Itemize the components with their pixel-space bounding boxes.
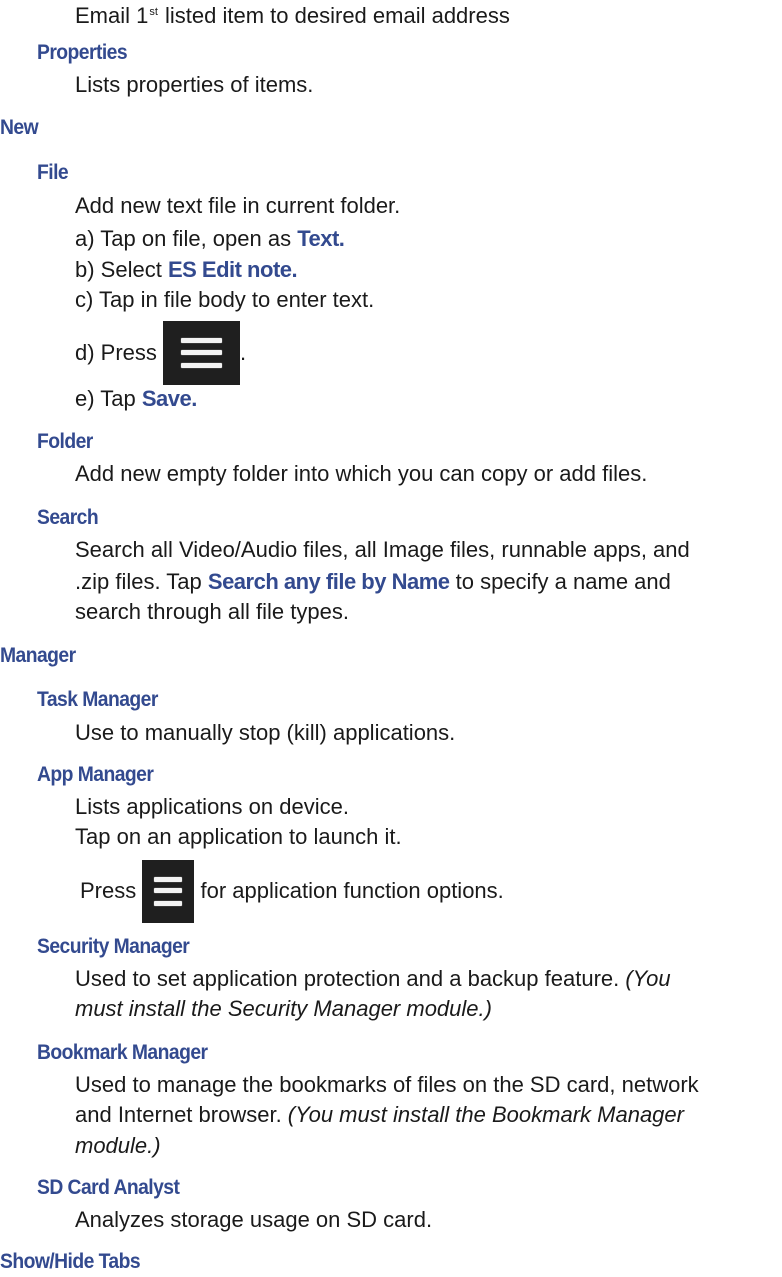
search-line-2-rest: to specify a name and — [449, 569, 671, 594]
ordinal-suffix: st — [149, 6, 158, 18]
file-step-b: b) Select ES Edit note. — [75, 257, 298, 283]
heading-app-manager: App Manager — [37, 763, 154, 786]
file-step-d: d) Press . — [75, 313, 246, 385]
heading-task-manager: Task Manager — [37, 688, 158, 711]
heading-show-hide-tabs: Show/Hide Tabs — [0, 1250, 141, 1273]
step-b-emphasis: ES Edit note. — [167, 257, 298, 282]
search-line-2: .zip files. Tap Search any file by Name … — [75, 569, 671, 595]
step-d-period: . — [240, 340, 247, 365]
security-line-2: must install the Security Manager module… — [75, 996, 492, 1021]
bookmark-text: and Internet browser. — [75, 1102, 288, 1127]
intro-text-rest: listed item to desired email address — [158, 3, 510, 28]
step-e-emphasis: Save. — [141, 386, 198, 411]
menu-icon — [142, 860, 195, 923]
bookmark-line-1: Used to manage the bookmarks of files on… — [75, 1072, 699, 1097]
file-desc: Add new text file in current folder. — [75, 193, 401, 218]
intro-line: Email 1st listed item to desired email a… — [75, 0, 510, 29]
security-note-start: (You — [625, 966, 671, 991]
search-line-1: Search all Video/Audio files, all Image … — [75, 537, 690, 562]
bookmark-line-3: module.) — [75, 1133, 161, 1158]
menu-icon — [163, 321, 241, 385]
file-step-a: a) Tap on file, open as Text. — [75, 226, 345, 252]
bookmark-note: (You must install the Bookmark Manager — [287, 1102, 684, 1127]
properties-desc: Lists properties of items. — [75, 72, 314, 97]
sd-card-analyst-desc: Analyzes storage usage on SD card. — [75, 1207, 433, 1232]
bookmark-line-2: and Internet browser. (You must install … — [75, 1102, 684, 1128]
step-d-text: d) Press — [75, 340, 164, 365]
heading-bookmark-manager: Bookmark Manager — [37, 1041, 208, 1064]
search-line-2-text: .zip files. Tap — [75, 569, 208, 594]
app-manager-line-1: Lists applications on device. — [75, 794, 349, 819]
folder-desc: Add new empty folder into which you can … — [75, 461, 648, 486]
task-manager-desc: Use to manually stop (kill) applications… — [75, 720, 456, 745]
app-manager-line-3: Press for application function options. — [80, 851, 504, 923]
file-step-e: e) Tap Save. — [75, 386, 197, 412]
search-line-3: search through all file types. — [75, 599, 349, 624]
app-manager-line-2: Tap on an application to launch it. — [75, 824, 402, 849]
heading-sd-card-analyst: SD Card Analyst — [37, 1176, 180, 1199]
security-line-1: Used to set application protection and a… — [75, 966, 671, 992]
step-e-text: e) Tap — [75, 386, 142, 411]
heading-search: Search — [37, 506, 99, 529]
heading-manager: Manager — [0, 644, 76, 667]
security-text: Used to set application protection and a… — [75, 966, 626, 991]
heading-new: New — [0, 116, 39, 139]
intro-text: Email 1 — [75, 3, 149, 28]
heading-file: File — [37, 161, 69, 184]
app-press-text: Press — [80, 878, 143, 903]
file-step-c: c) Tap in file body to enter text. — [75, 287, 375, 312]
app-press-rest: for application function options. — [194, 878, 504, 903]
heading-security-manager: Security Manager — [37, 935, 190, 958]
step-b-text: b) Select — [75, 257, 168, 282]
heading-properties: Properties — [37, 41, 128, 64]
step-a-emphasis: Text. — [297, 226, 345, 251]
heading-folder: Folder — [37, 430, 93, 453]
step-a-text: a) Tap on file, open as — [75, 226, 298, 251]
search-by-name-emphasis: Search any file by Name — [207, 569, 450, 594]
